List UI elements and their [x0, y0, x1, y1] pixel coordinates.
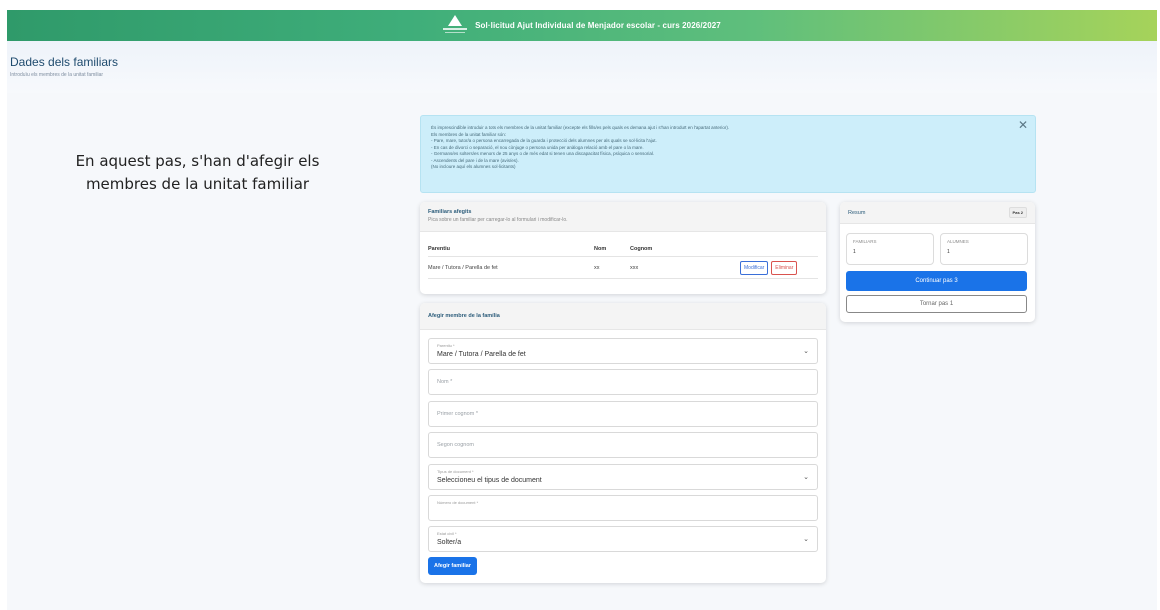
column-header-cognom: Cognom: [630, 246, 653, 252]
nom-input[interactable]: Nom *: [428, 369, 818, 395]
modify-button[interactable]: Modificar: [740, 260, 769, 275]
column-header-nom: Nom: [594, 246, 607, 252]
familiars-count-value: 1: [853, 249, 856, 255]
familiars-title: Familiars afegits: [428, 209, 472, 215]
step-badge: Pas 2: [1008, 207, 1027, 218]
cell-cognom: xxx: [630, 264, 639, 271]
tipus-document-value: Seleccioneu el tipus de document: [437, 477, 542, 484]
familiars-card-header: Familiars afegits Pica sobre un familiar…: [420, 202, 826, 232]
numero-document-input[interactable]: Número de document *: [428, 495, 818, 521]
back-button[interactable]: Tornar pas 1: [846, 295, 1027, 313]
summary-header: Resum Pas 2: [840, 202, 1035, 224]
step-caption: En aquest pas, s'han d'afegir els membre…: [75, 152, 320, 193]
familiars-count-box: FAMILIARS 1: [846, 233, 934, 265]
continue-button[interactable]: Continuar pas 3: [846, 271, 1027, 291]
familiars-card: Familiars afegits Pica sobre un familiar…: [420, 202, 826, 294]
estat-civil-value: Solter/a: [437, 539, 462, 546]
estat-civil-select[interactable]: Estat civil * Solter/a ⌄: [428, 526, 818, 552]
alumnes-count-box: ALUMNES 1: [940, 233, 1028, 265]
chevron-down-icon: ⌄: [803, 536, 809, 543]
close-icon[interactable]: ✕: [1018, 119, 1028, 130]
table-row[interactable]: Mare / Tutora / Parella de fet xx xxx Mo…: [428, 257, 818, 279]
page-header: Dades dels familiars Introduïu els membr…: [7, 41, 1157, 93]
chevron-down-icon: ⌄: [803, 348, 809, 355]
app-title: Sol·licitud Ajut Individual de Menjador …: [475, 21, 721, 30]
column-header-parentiu: Parentiu: [428, 246, 451, 252]
logo-icon: [443, 14, 468, 37]
summary-title: Resum: [848, 209, 866, 216]
segon-cognom-placeholder: Segon cognom: [437, 442, 474, 448]
tipus-document-select[interactable]: Tipus de document * Seleccioneu el tipus…: [428, 464, 818, 490]
table-header: Parentiu Nom Cognom: [428, 242, 818, 257]
nom-placeholder: Nom *: [437, 379, 453, 385]
familiars-subtitle: Pica sobre un familiar per carregar-lo a…: [428, 217, 568, 223]
familiars-table: Parentiu Nom Cognom Mare / Tutora / Pare…: [428, 242, 818, 279]
add-member-title: Afegir membre de la família: [428, 313, 500, 319]
primer-cognom-placeholder: Primer cognom *: [437, 411, 478, 417]
chevron-down-icon: ⌄: [803, 474, 809, 481]
add-member-card: Afegir membre de la família Parentiu * M…: [420, 303, 826, 583]
parentiu-label: Parentiu *: [437, 343, 455, 348]
top-banner: Sol·licitud Ajut Individual de Menjador …: [7, 10, 1157, 41]
add-familiar-button[interactable]: Afegir familiar: [428, 557, 477, 575]
alumnes-count-label: ALUMNES: [947, 239, 969, 244]
tipus-document-label: Tipus de document *: [437, 469, 474, 474]
add-member-header: Afegir membre de la família: [420, 303, 826, 330]
segon-cognom-input[interactable]: Segon cognom: [428, 432, 818, 458]
cell-nom: xx: [594, 264, 600, 271]
estat-civil-label: Estat civil *: [437, 531, 457, 536]
page-title: Dades dels familiars: [10, 55, 119, 69]
page-subtitle: Introduïu els membres de la unitat famil…: [10, 72, 104, 78]
alumnes-count-value: 1: [947, 249, 950, 255]
parentiu-select[interactable]: Parentiu * Mare / Tutora / Parella de fe…: [428, 338, 818, 364]
info-alert: És imprescindible introduir a tots els m…: [420, 115, 1036, 193]
primer-cognom-input[interactable]: Primer cognom *: [428, 401, 818, 427]
summary-card: Resum Pas 2 FAMILIARS 1 ALUMNES 1 Contin…: [840, 202, 1035, 322]
parentiu-value: Mare / Tutora / Parella de fet: [437, 351, 526, 358]
delete-button[interactable]: Eliminar: [771, 260, 798, 275]
familiars-count-label: FAMILIARS: [853, 239, 877, 244]
cell-parentiu: Mare / Tutora / Parella de fet: [428, 264, 498, 271]
alert-line: (No incloure aquí els alumnes sol·licita…: [431, 164, 516, 169]
numero-document-label: Número de document *: [437, 500, 479, 505]
